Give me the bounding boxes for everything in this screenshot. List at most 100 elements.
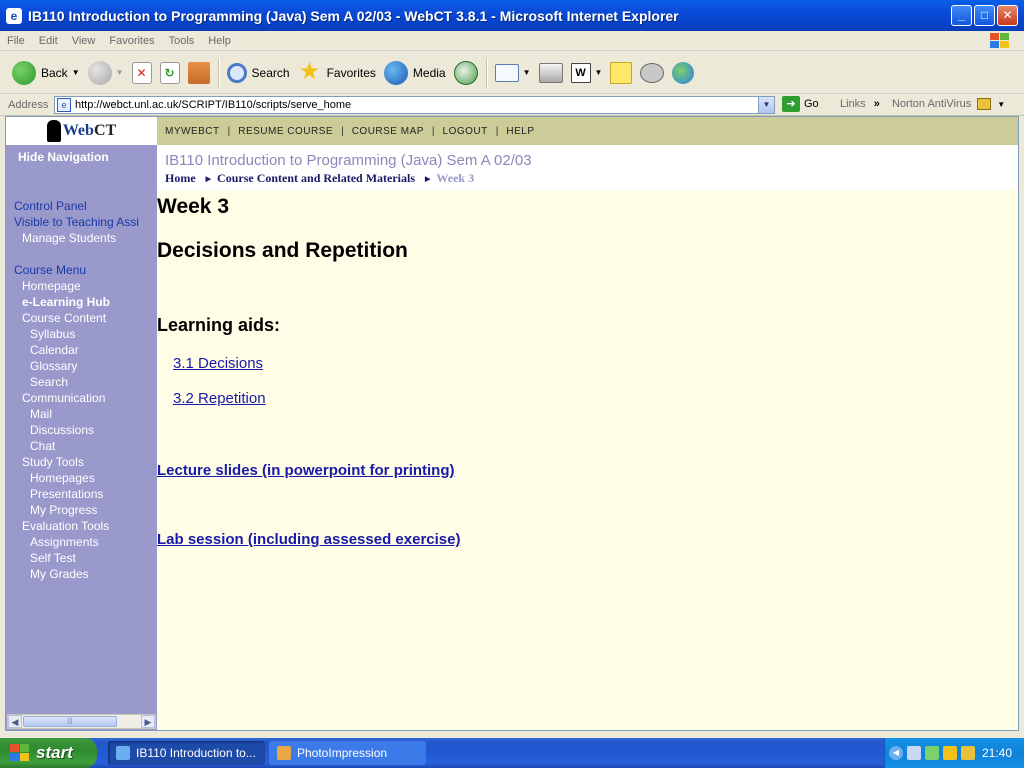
forward-button[interactable]: ▼ [84, 56, 128, 90]
topnav-help[interactable]: HELP [506, 126, 534, 137]
nav-homepage[interactable]: Homepage [6, 278, 157, 294]
media-button[interactable]: Media [380, 56, 450, 90]
link-repetition[interactable]: 3.2 Repetition [173, 390, 1018, 407]
nav-syllabus[interactable]: Syllabus [6, 326, 157, 342]
window-titlebar[interactable]: e IB110 Introduction to Programming (Jav… [0, 0, 1024, 31]
media-globe-icon [383, 60, 408, 85]
nav-presentations[interactable]: Presentations [6, 486, 157, 502]
favorites-label: Favorites [326, 65, 376, 80]
nav-evaluation-tools[interactable]: Evaluation Tools [6, 518, 157, 534]
back-label: Back [41, 65, 68, 80]
sticky-note-icon [610, 61, 633, 84]
taskbar-item-ie[interactable]: IB110 Introduction to... [108, 741, 265, 765]
menu-view[interactable]: View [65, 35, 103, 47]
chevron-right-icon[interactable]: » [874, 98, 880, 110]
norton-antivirus-toolbar[interactable]: Norton AntiVirus ▼ [892, 98, 1005, 110]
go-arrow-icon: ➜ [782, 96, 800, 112]
chevron-down-icon[interactable]: ▼ [523, 68, 531, 77]
tray-expand-icon[interactable]: ◀ [889, 746, 903, 760]
taskbar-item-label: IB110 Introduction to... [136, 746, 256, 760]
messenger-button[interactable] [668, 56, 698, 90]
back-button[interactable]: Back ▼ [8, 56, 84, 90]
nav-horizontal-scrollbar[interactable]: ◀ ||| ▶ [7, 714, 156, 729]
taskbar-item-photoimpression[interactable]: PhotoImpression [269, 741, 426, 765]
toolbar-separator [217, 57, 219, 88]
maximize-button[interactable]: □ [974, 5, 995, 26]
chevron-down-icon[interactable]: ▼ [72, 68, 80, 77]
nav-course-content[interactable]: Course Content [6, 310, 157, 326]
windows-taskbar: start IB110 Introduction to... PhotoImpr… [0, 738, 1024, 768]
chevron-down-icon[interactable]: ▼ [997, 100, 1005, 109]
link-decisions[interactable]: 3.1 Decisions [173, 355, 1018, 372]
nav-e-learning-hub[interactable]: e-Learning Hub [6, 294, 157, 310]
link-lab-session[interactable]: Lab session (including assessed exercise… [157, 531, 1018, 548]
scroll-right-icon[interactable]: ▶ [141, 715, 155, 728]
breadcrumb-course-content[interactable]: Course Content and Related Materials [217, 171, 415, 186]
favorites-button[interactable]: ★ Favorites [294, 56, 380, 90]
link-lecture-slides[interactable]: Lecture slides (in powerpoint for printi… [157, 462, 1018, 479]
nav-discussions[interactable]: Discussions [6, 422, 157, 438]
nav-self-test[interactable]: Self Test [6, 550, 157, 566]
nav-search[interactable]: Search [6, 374, 157, 390]
network-icon[interactable] [907, 746, 921, 760]
nav-chat[interactable]: Chat [6, 438, 157, 454]
webct-logo[interactable]: WebCT [6, 117, 157, 145]
nav-manage-students[interactable]: Manage Students [6, 230, 157, 246]
hide-navigation-link[interactable]: Hide Navigation [18, 150, 157, 164]
refresh-button[interactable]: ↻ [156, 56, 184, 90]
nav-my-progress[interactable]: My Progress [6, 502, 157, 518]
nav-study-tools[interactable]: Study Tools [6, 454, 157, 470]
nav-communication[interactable]: Communication [6, 390, 157, 406]
scrollbar-thumb[interactable]: ||| [23, 716, 117, 727]
breadcrumb-home[interactable]: Home [165, 171, 196, 186]
topnav-resume-course[interactable]: RESUME COURSE [238, 126, 333, 137]
stop-button[interactable]: ✕ [128, 56, 156, 90]
chevron-down-icon[interactable]: ▼ [595, 68, 603, 77]
nav-gap [6, 246, 157, 262]
nav-mail[interactable]: Mail [6, 406, 157, 422]
browser-viewport: WebCT Hide Navigation Control Panel Visi… [5, 116, 1019, 731]
close-button[interactable]: ✕ [997, 5, 1018, 26]
search-button[interactable]: Search [223, 56, 294, 90]
menu-edit[interactable]: Edit [32, 35, 65, 47]
topnav-logout[interactable]: LOGOUT [443, 126, 488, 137]
volume-icon[interactable] [943, 746, 957, 760]
menu-help[interactable]: Help [201, 35, 238, 47]
nav-my-grades[interactable]: My Grades [6, 566, 157, 582]
nav-control-panel[interactable]: Control Panel [6, 198, 157, 214]
menu-file[interactable]: File [0, 35, 32, 47]
address-input[interactable]: e http://webct.unl.ac.uk/SCRIPT/IB110/sc… [54, 96, 775, 114]
notes-button[interactable] [606, 56, 636, 90]
nav-calendar[interactable]: Calendar [6, 342, 157, 358]
discuss-button[interactable] [636, 56, 668, 90]
printer-icon [538, 62, 563, 83]
menu-tools[interactable]: Tools [162, 35, 202, 47]
mail-button[interactable]: ▼ [491, 56, 535, 90]
history-button[interactable] [450, 56, 482, 90]
menu-favorites[interactable]: Favorites [102, 35, 161, 47]
topnav-mywebct[interactable]: MYWEBCT [165, 126, 220, 137]
nav-assignments[interactable]: Assignments [6, 534, 157, 550]
address-url[interactable]: http://webct.unl.ac.uk/SCRIPT/IB110/scri… [75, 99, 351, 111]
topnav-course-map[interactable]: COURSE MAP [352, 126, 424, 137]
nav-glossary[interactable]: Glossary [6, 358, 157, 374]
links-toolbar[interactable]: Links » [840, 98, 880, 110]
history-clock-icon [453, 60, 478, 85]
antivirus-tray-icon[interactable] [961, 746, 975, 760]
start-button[interactable]: start [0, 738, 97, 768]
system-clock: 21:40 [981, 746, 1012, 760]
address-dropdown-button[interactable]: ▼ [758, 97, 774, 113]
nav-homepages[interactable]: Homepages [6, 470, 157, 486]
home-button[interactable] [184, 56, 214, 90]
forward-arrow-icon [87, 60, 112, 85]
edit-button[interactable]: W ▼ [567, 56, 607, 90]
nav-visible-to-teaching-assistants[interactable]: Visible to Teaching Assi [6, 214, 157, 230]
minimize-button[interactable]: _ [951, 5, 972, 26]
go-button[interactable]: ➜ Go [782, 96, 819, 112]
print-button[interactable] [535, 56, 567, 90]
nav-course-menu[interactable]: Course Menu [6, 262, 157, 278]
scroll-left-icon[interactable]: ◀ [8, 715, 22, 728]
nav-list: Control Panel Visible to Teaching Assi M… [6, 198, 157, 582]
chevron-down-icon[interactable]: ▼ [116, 68, 124, 77]
users-icon[interactable] [925, 746, 939, 760]
